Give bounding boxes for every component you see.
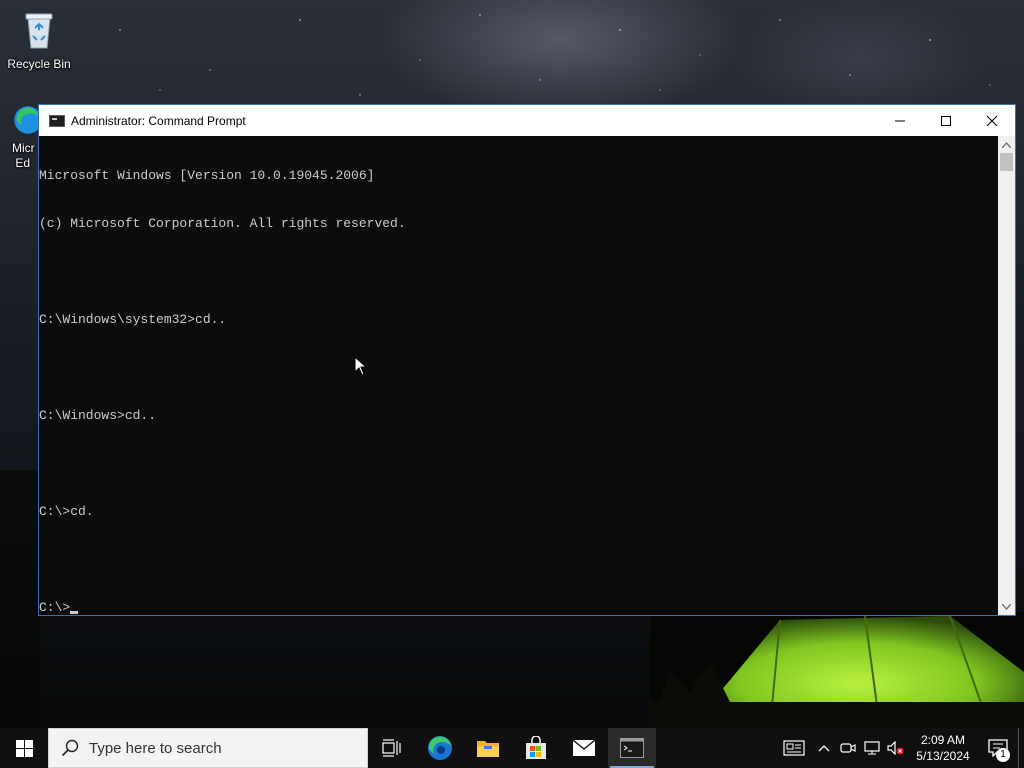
chevron-up-icon (818, 745, 830, 752)
maximize-button[interactable] (923, 105, 969, 136)
minimize-button[interactable] (877, 105, 923, 136)
scroll-up-button[interactable] (998, 136, 1015, 153)
desktop-icon-recycle-bin[interactable]: Recycle Bin (2, 8, 76, 71)
tray-meet-now[interactable] (836, 728, 860, 768)
desktop-icon-label: Micr Ed (12, 141, 35, 170)
task-view-icon (382, 739, 401, 757)
taskbar-task-view[interactable] (368, 728, 416, 768)
clock-time: 2:09 AM (920, 733, 966, 747)
system-tray: 2:09 AM 5/13/2024 1 (776, 728, 1024, 768)
desktop-icon-label: Recycle Bin (7, 57, 71, 71)
console-line: (c) Microsoft Corporation. All rights re… (39, 216, 406, 231)
taskbar-search-box[interactable]: Type here to search (48, 728, 368, 768)
vertical-scrollbar[interactable] (998, 136, 1015, 615)
folder-icon (477, 741, 499, 757)
show-desktop-button[interactable] (1018, 728, 1024, 768)
news-icon (783, 740, 805, 756)
text-cursor (70, 611, 79, 614)
console-line: C:\Windows\system32>cd.. (39, 312, 227, 327)
minimize-icon (895, 120, 905, 121)
chevron-up-icon (1002, 141, 1011, 148)
mouse-pointer-icon (354, 356, 368, 376)
console-output[interactable]: Microsoft Windows [Version 10.0.19045.20… (39, 136, 999, 615)
tray-overflow-button[interactable] (812, 728, 836, 768)
window-controls (877, 105, 1015, 136)
cmd-icon (49, 114, 65, 127)
console-line: Microsoft Windows [Version 10.0.19045.20… (39, 168, 375, 183)
command-prompt-window[interactable]: Administrator: Command Prompt Microsoft … (38, 104, 1016, 616)
taskbar-clock[interactable]: 2:09 AM 5/13/2024 (908, 732, 978, 764)
notification-badge: 1 (996, 748, 1010, 762)
taskbar-command-prompt[interactable] (608, 728, 656, 768)
edge-icon (428, 736, 452, 760)
edge-icon (14, 106, 40, 134)
tray-news[interactable] (776, 728, 812, 768)
wallpaper-ground (0, 470, 40, 728)
taskbar: Type here to search 2:09 AM 5/13/2024 1 (0, 728, 1024, 768)
start-button[interactable] (0, 728, 48, 768)
notification-center-button[interactable]: 1 (978, 728, 1018, 768)
volume-muted-icon (887, 741, 904, 755)
network-icon (864, 741, 880, 755)
taskbar-file-explorer[interactable] (464, 728, 512, 768)
taskbar-mail[interactable] (560, 728, 608, 768)
console-prompt-line[interactable]: C:\> (39, 600, 999, 616)
console-prompt: C:\> (39, 600, 71, 615)
cmd-icon (620, 738, 644, 758)
close-icon (987, 115, 997, 126)
title-bar[interactable]: Administrator: Command Prompt (39, 105, 1015, 136)
store-icon (526, 736, 546, 759)
windows-logo-icon (15, 739, 33, 757)
console-line: C:\Windows>cd.. (39, 408, 157, 423)
maximize-icon (941, 115, 951, 126)
search-placeholder: Type here to search (89, 739, 222, 757)
clock-date: 5/13/2024 (916, 749, 970, 763)
chevron-down-icon (1002, 603, 1011, 610)
mail-icon (572, 739, 596, 756)
close-button[interactable] (969, 105, 1015, 136)
window-title: Administrator: Command Prompt (71, 113, 246, 128)
search-icon (61, 739, 79, 757)
recycle-bin-icon (25, 13, 53, 49)
tray-volume[interactable] (884, 728, 908, 768)
scroll-thumb[interactable] (1000, 153, 1013, 171)
meet-now-icon (840, 743, 856, 753)
console-line: C:\>cd. (39, 504, 94, 519)
desktop-icon-edge[interactable]: Micr Ed (0, 104, 40, 171)
tray-network[interactable] (860, 728, 884, 768)
taskbar-microsoft-store[interactable] (512, 728, 560, 768)
scroll-down-button[interactable] (998, 598, 1015, 615)
taskbar-edge[interactable] (416, 728, 464, 768)
